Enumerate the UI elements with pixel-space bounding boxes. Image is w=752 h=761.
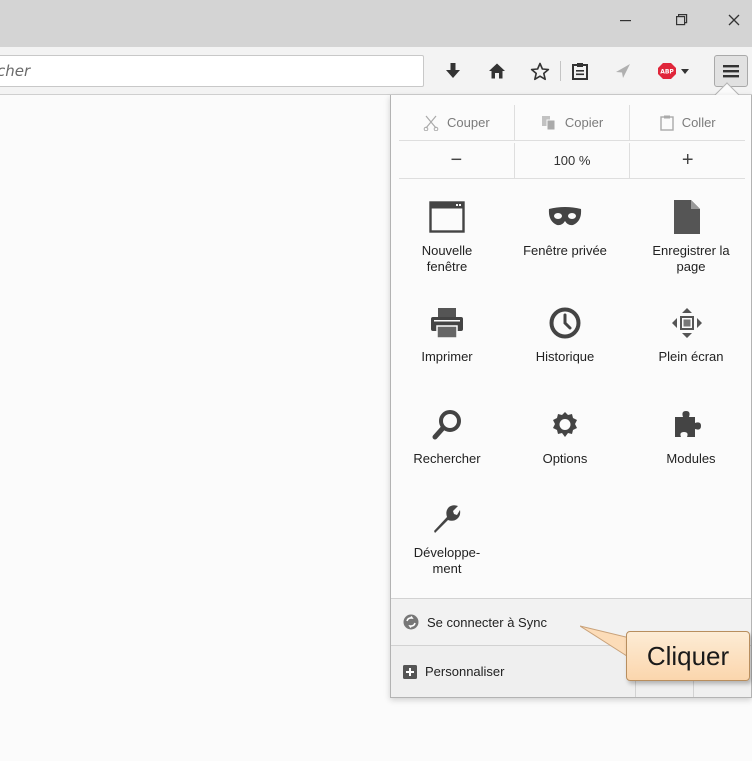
puzzle-icon [675,411,701,437]
options-button[interactable]: Options [509,403,621,467]
svg-text:ABP: ABP [660,69,674,76]
main-menu-panel: Couper Copier Coller − 100 % + Nouvelle … [390,95,752,698]
adblock-icon: ABP [658,63,689,79]
zoom-in-button[interactable]: + [629,143,745,178]
click-callout: Cliquer [626,631,750,681]
cut-label: Couper [447,115,490,130]
fullscreen-label: Plein écran [658,349,724,364]
zoom-out-button[interactable]: − [399,143,514,178]
plus-square-icon [403,664,417,679]
download-icon [446,63,460,78]
addons-label: Modules [666,451,716,466]
private-mask-icon [548,207,582,226]
fullscreen-icon [672,308,702,338]
gear-icon [553,412,577,437]
sync-icon [403,614,419,630]
reading-list-icon [572,63,588,80]
print-button[interactable]: Imprimer [391,301,503,365]
bookmark-button[interactable] [525,57,555,85]
addons-button[interactable]: Modules [631,403,743,467]
find-button[interactable]: Rechercher [391,403,503,467]
title-bar [0,0,752,47]
cut-button[interactable]: Couper [399,105,514,140]
home-button[interactable] [482,57,512,85]
adblock-button[interactable]: ABP [652,57,696,85]
reading-list-button[interactable] [565,57,595,85]
history-clock-icon [549,307,581,339]
bookmark-star-icon [530,62,550,80]
paste-button[interactable]: Coller [629,105,745,140]
search-input[interactable] [0,56,423,86]
close-icon [728,14,740,26]
open-menu-button[interactable] [714,55,748,87]
sync-label: Se connecter à Sync [427,614,547,630]
toolbar-separator [560,61,561,81]
find-label: Rechercher [413,451,481,466]
developer-label: Développe- ment [413,545,481,576]
wrench-icon [434,505,461,533]
printer-icon [431,308,463,339]
zoom-reset-button[interactable]: 100 % [513,143,630,178]
close-button[interactable] [712,0,752,40]
private-window-label: Fenêtre privée [523,243,607,258]
new-window-icon [429,201,465,233]
zoom-controls: − 100 % + [399,143,745,179]
new-window-label: Nouvelle fenêtre [421,243,473,274]
private-window-button[interactable]: Fenêtre privée [509,195,621,259]
navigation-toolbar: ABP [0,47,752,95]
paste-icon [659,115,674,131]
home-icon [489,63,505,79]
history-button[interactable]: Historique [509,301,621,365]
maximize-icon [676,14,688,26]
new-window-button[interactable]: Nouvelle fenêtre [391,195,503,275]
search-box[interactable] [0,55,424,87]
hamburger-menu-icon [723,65,739,78]
history-label: Historique [535,349,595,364]
paste-label: Coller [681,115,716,130]
minimize-button[interactable] [604,0,648,40]
pocket-send-icon [616,64,630,78]
save-page-icon [674,200,700,234]
copy-icon [541,115,556,130]
fullscreen-button[interactable]: Plein écran [631,301,743,365]
developer-button[interactable]: Développe- ment [391,497,503,577]
print-label: Imprimer [421,349,473,364]
customize-label: Personnaliser [425,664,505,679]
scissors-icon [423,115,439,131]
edit-controls: Couper Copier Coller [399,105,745,141]
save-page-button[interactable]: Enregistrer la page [631,195,743,275]
save-page-label: Enregistrer la page [652,243,730,274]
restore-button[interactable] [660,0,704,40]
copy-label: Copier [564,115,604,130]
search-icon [432,410,461,440]
download-button[interactable] [438,57,468,85]
options-label: Options [542,451,588,466]
minimize-icon [620,20,631,22]
pocket-send-button[interactable] [608,57,638,85]
copy-button[interactable]: Copier [513,105,630,140]
